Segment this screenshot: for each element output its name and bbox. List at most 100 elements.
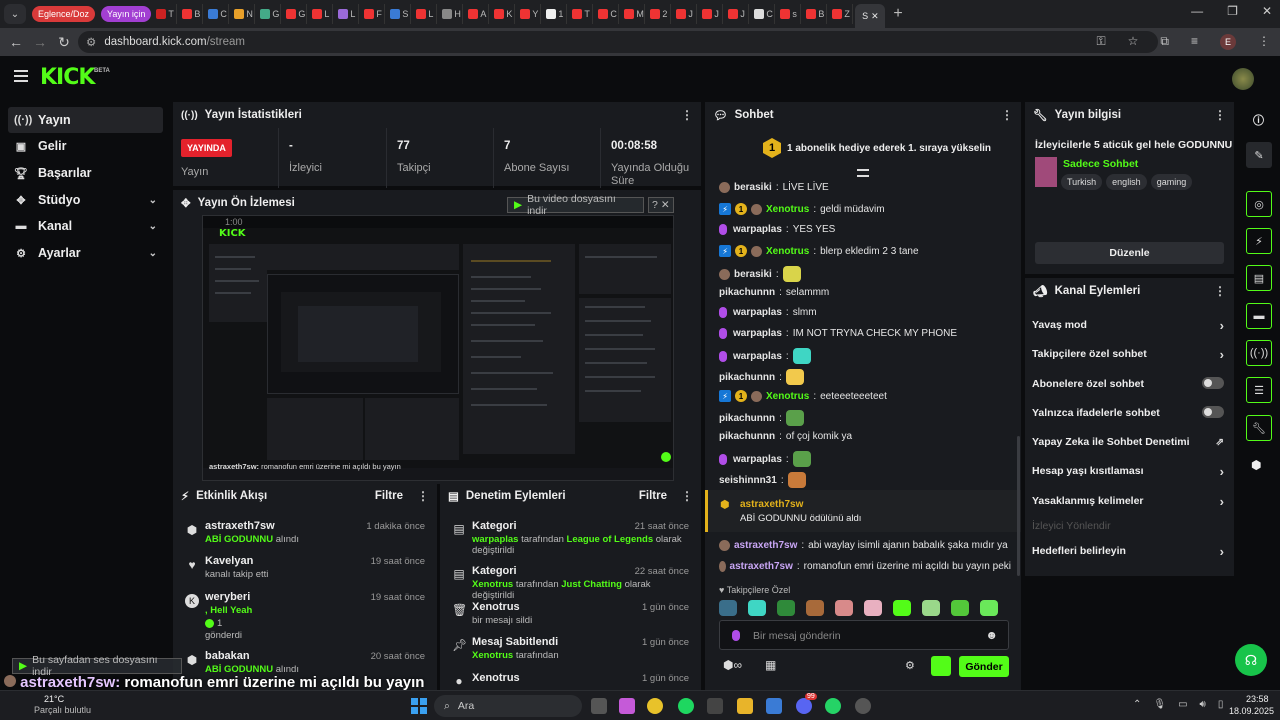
- tab-group-eglence[interactable]: Eglence/Doz: [32, 6, 96, 22]
- app-icon[interactable]: [707, 698, 723, 714]
- browser-tab[interactable]: Y: [517, 4, 542, 24]
- more-options-icon[interactable]: ⋮: [681, 108, 693, 122]
- kick-coins-icon[interactable]: ⬢∞: [723, 658, 742, 672]
- chat-username[interactable]: berasiki: [734, 182, 772, 193]
- download-audio-button[interactable]: ▶ Bu sayfadan ses dosyasını indir: [12, 654, 182, 678]
- subs-only-toggle[interactable]: [1202, 377, 1224, 389]
- sidebar-item-studyo[interactable]: ✥ Stüdyo ⌄: [8, 187, 163, 213]
- stream-preview-video[interactable]: KICK 1:00 astraxeth7sw: romanofun emri ü…: [202, 215, 674, 481]
- hamburger-menu-icon[interactable]: [14, 70, 28, 82]
- clock-date[interactable]: 18.09.2025: [1229, 706, 1274, 716]
- action-account-age[interactable]: Hesap yaşı kısıtlaması ›: [1032, 464, 1224, 479]
- browser-tab[interactable]: L: [309, 4, 334, 24]
- browser-tab[interactable]: C: [595, 4, 620, 24]
- emote-button[interactable]: [806, 600, 824, 616]
- pinned-gift-goal[interactable]: 1 1 abonelik hediye ederek 1. sıraya yük…: [763, 138, 991, 158]
- reload-icon[interactable]: ↻: [52, 34, 76, 51]
- chat-username[interactable]: pikachunnn: [719, 431, 775, 442]
- browser-tab[interactable]: Z: [829, 4, 854, 24]
- sidebar-item-yayin[interactable]: ((·)) Yayın: [8, 107, 163, 133]
- close-overlay-icon[interactable]: ✕: [661, 199, 670, 211]
- kick-logo[interactable]: KICK: [40, 65, 95, 90]
- spotify-icon[interactable]: [678, 698, 694, 714]
- browser-tab[interactable]: J: [699, 4, 724, 24]
- chevron-down-icon[interactable]: ⌄: [149, 195, 157, 206]
- clock-time[interactable]: 23:58: [1246, 694, 1269, 704]
- chat-username[interactable]: warpaplas: [733, 224, 782, 235]
- more-options-icon[interactable]: ⋮: [1214, 284, 1226, 298]
- chat-username[interactable]: pikachunnn: [719, 413, 775, 424]
- browser-tab[interactable]: B: [179, 4, 204, 24]
- action-banned-words[interactable]: Yasaklanmış kelimeler ›: [1032, 494, 1224, 509]
- emote-button[interactable]: [777, 600, 795, 616]
- rewards-rail-icon[interactable]: ⬢: [1251, 458, 1261, 472]
- more-options-icon[interactable]: ⋮: [417, 489, 429, 503]
- browser-tab[interactable]: L: [413, 4, 438, 24]
- chat-username[interactable]: seishinnn31: [719, 475, 777, 486]
- help-icon[interactable]: ?: [652, 199, 658, 211]
- browser-tab[interactable]: F: [361, 4, 386, 24]
- media-icon[interactable]: ≡: [1191, 34, 1198, 50]
- obs-icon[interactable]: [855, 698, 871, 714]
- weather-temp[interactable]: 21°C: [44, 694, 64, 704]
- sidebar-item-gelir[interactable]: ▣ Gelir: [8, 133, 163, 159]
- emote-button[interactable]: [980, 600, 998, 616]
- copilot-icon[interactable]: [619, 698, 635, 714]
- browser-tab[interactable]: G: [283, 4, 308, 24]
- site-info-icon[interactable]: ⚙: [86, 35, 96, 49]
- action-followers-only[interactable]: Takipçilere özel sohbet ›: [1032, 347, 1224, 362]
- browser-tab[interactable]: C: [751, 4, 776, 24]
- tag-chip[interactable]: gaming: [1150, 174, 1193, 190]
- chrome-icon[interactable]: [647, 698, 663, 714]
- key-icon[interactable]: ⚿: [1097, 34, 1106, 50]
- minimize-icon[interactable]: —: [1191, 4, 1203, 18]
- chat-username[interactable]: Xenotrus: [766, 391, 809, 402]
- browser-tab[interactable]: G: [257, 4, 282, 24]
- emote-button[interactable]: [719, 600, 737, 616]
- browser-tab[interactable]: 1: [543, 4, 568, 24]
- new-tab-button[interactable]: +: [893, 5, 902, 23]
- collapse-pinned-icon[interactable]: [857, 169, 869, 177]
- moderation-filter-button[interactable]: Filtre: [639, 490, 667, 502]
- browser-tab[interactable]: s: [777, 4, 802, 24]
- sidebar-item-kanal[interactable]: ▬ Kanal ⌄: [8, 213, 163, 239]
- browser-tab[interactable]: T: [153, 4, 178, 24]
- emotes-only-toggle[interactable]: [1202, 406, 1224, 418]
- action-ai-moderation[interactable]: Yapay Zeka ile Sohbet Denetimi ⇗: [1032, 436, 1224, 448]
- discord-icon[interactable]: [796, 698, 812, 714]
- more-options-icon[interactable]: ⋮: [1001, 108, 1013, 122]
- user-avatar[interactable]: [1232, 68, 1254, 90]
- browser-tab[interactable]: C: [205, 4, 230, 24]
- chat-username[interactable]: Xenotrus: [766, 204, 809, 215]
- store-icon[interactable]: ▦: [765, 658, 776, 672]
- preview-rail-icon[interactable]: ◎: [1246, 191, 1272, 217]
- extensions-icon[interactable]: ⧉: [1160, 34, 1169, 50]
- browser-tab[interactable]: J: [725, 4, 750, 24]
- tag-chip[interactable]: Turkish: [1061, 174, 1103, 190]
- activity-rail-icon[interactable]: ⚡︎: [1246, 228, 1272, 254]
- emote-button[interactable]: [951, 600, 969, 616]
- browser-tab[interactable]: L: [335, 4, 360, 24]
- info-icon[interactable]: ⓘ: [1253, 112, 1264, 128]
- tools-rail-icon[interactable]: 🔧︎: [1246, 415, 1272, 441]
- mic-icon[interactable]: 🎙︎: [1153, 699, 1166, 710]
- chat-rail-icon[interactable]: ▬: [1246, 303, 1272, 329]
- emoji-picker-icon[interactable]: ☻: [985, 628, 998, 642]
- chat-username[interactable]: warpaplas: [733, 454, 782, 465]
- chat-username[interactable]: pikachunnn: [719, 287, 775, 298]
- chat-username[interactable]: pikachunnn: [719, 372, 775, 383]
- moderation-rail-icon[interactable]: ▤: [1246, 265, 1272, 291]
- display-icon[interactable]: ▭: [1178, 699, 1187, 710]
- browser-tab[interactable]: S: [387, 4, 412, 24]
- whatsapp-icon[interactable]: [825, 698, 841, 714]
- file-explorer-icon[interactable]: [737, 698, 753, 714]
- chat-username[interactable]: warpaplas: [733, 328, 782, 339]
- browser-tab[interactable]: T: [569, 4, 594, 24]
- emote-button[interactable]: [893, 600, 911, 616]
- chat-input[interactable]: Bir mesaj gönderin ☻: [719, 620, 1009, 650]
- browser-tab[interactable]: 2: [647, 4, 672, 24]
- action-slow-mode[interactable]: Yavaş mod ›: [1032, 318, 1224, 333]
- edit-button[interactable]: Düzenle: [1035, 242, 1224, 264]
- support-headset-icon[interactable]: ☊: [1235, 644, 1267, 676]
- sidebar-item-basarilar[interactable]: 🏆︎ Başarılar: [8, 160, 163, 186]
